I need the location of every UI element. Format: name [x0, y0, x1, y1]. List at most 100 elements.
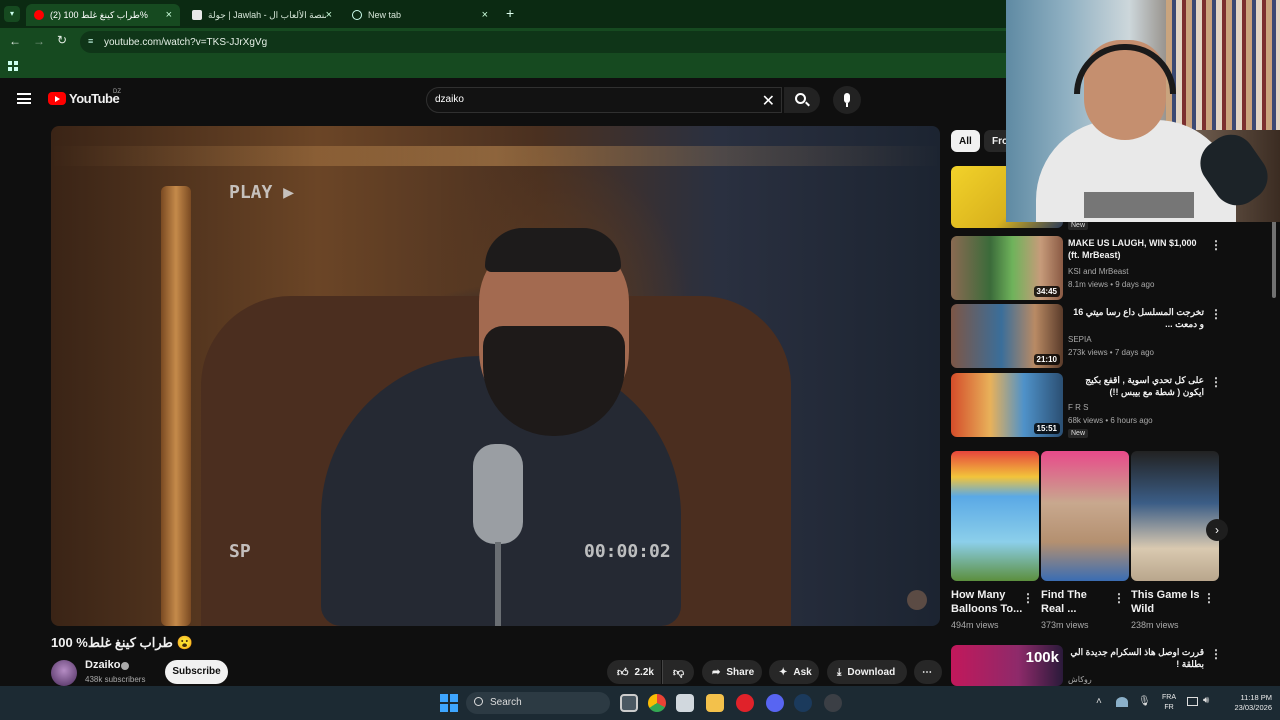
search-button[interactable]: [784, 87, 820, 113]
country-code: DZ: [113, 89, 121, 95]
ask-button[interactable]: ✦ Ask: [769, 660, 819, 684]
tab-jawlah[interactable]: جولة | Jawlah - منصة الألعاب ال... ×: [184, 4, 340, 26]
apps-grid-icon[interactable]: [8, 61, 18, 71]
shorts-next-button[interactable]: ›: [1206, 519, 1228, 541]
language-indicator[interactable]: FRA FR: [1160, 693, 1178, 713]
close-icon[interactable]: ×: [166, 9, 172, 21]
discord-icon[interactable]: [766, 694, 784, 712]
clock-time: 11:18 PM: [1240, 693, 1272, 702]
opera-icon[interactable]: [736, 694, 754, 712]
tab-new-tab[interactable]: New tab ×: [344, 4, 496, 26]
short-thumb-1[interactable]: [1041, 451, 1129, 581]
rec-channel[interactable]: KSI and MrBeast: [1068, 267, 1128, 276]
download-icon: ⤓: [837, 666, 842, 678]
like-count: 2.2k: [634, 666, 654, 678]
short-title[interactable]: Find The Real ...: [1041, 588, 1113, 616]
display-tray-icon[interactable]: [1187, 697, 1198, 706]
speaker-tray-icon[interactable]: 🔊︎: [1203, 695, 1209, 706]
video-overlay-timecode: 00:00:02: [584, 541, 671, 562]
subscribe-button[interactable]: Subscribe: [165, 660, 228, 684]
more-horizontal-icon: ⋯: [922, 666, 932, 678]
more-vertical-icon[interactable]: ⋮: [1210, 375, 1222, 389]
short-thumb-0[interactable]: [951, 451, 1039, 581]
chrome-icon[interactable]: [648, 694, 666, 712]
taskbar-search-box[interactable]: Search: [466, 692, 610, 714]
task-view-icon[interactable]: [620, 694, 638, 712]
rec-title[interactable]: قررت اوصل هاذ السكرام جديدة الي بطلقة !: [1068, 646, 1204, 670]
rec-thumb-3[interactable]: 15:51: [951, 373, 1063, 437]
rec-title[interactable]: على كل تحدي اسوية , اقفع بكيج ايكون ( شط…: [1068, 374, 1204, 398]
forward-arrow-icon[interactable]: →: [33, 34, 45, 48]
search-input[interactable]: dzaiko ✕: [426, 87, 782, 113]
video-overlay-play: PLAY ▶: [229, 182, 295, 203]
rec-channel[interactable]: F R S: [1068, 403, 1088, 412]
url-text: youtube.com/watch?v=TKS-JJrXgVg: [104, 36, 268, 48]
short-views: 238m views: [1131, 620, 1179, 630]
close-icon[interactable]: ×: [482, 9, 488, 21]
share-button[interactable]: ➦ Share: [702, 660, 762, 684]
short-thumb-2[interactable]: [1131, 451, 1219, 581]
new-badge: New: [1068, 221, 1089, 230]
rec-title[interactable]: تخرجت المسلسل داع رسا ميتي 16 و دمعت ...: [1068, 306, 1204, 330]
rec-thumb-2[interactable]: 21:10: [951, 304, 1063, 368]
microphone-tray-icon[interactable]: 🎙︎: [1138, 696, 1151, 707]
like-button[interactable]: 👍︎ 2.2k: [607, 660, 661, 684]
steam-icon[interactable]: [794, 694, 812, 712]
rec-thumb-4[interactable]: 100k: [951, 645, 1063, 686]
tab-label: (2) طراب كينغ غلط 100%: [50, 9, 148, 20]
video-frame-lamp: [161, 186, 191, 626]
short-views: 373m views: [1041, 620, 1089, 630]
download-button[interactable]: ⤓ Download: [827, 660, 907, 684]
tab-search-button[interactable]: ▾: [4, 6, 20, 22]
rec-channel[interactable]: روكاش: [1068, 675, 1092, 684]
back-arrow-icon[interactable]: ←: [9, 34, 21, 48]
share-icon: ➦: [712, 666, 721, 678]
more-vertical-icon[interactable]: ⋮: [1210, 647, 1222, 661]
new-tab-plus-icon[interactable]: +: [506, 5, 514, 21]
site-info-icon[interactable]: ≡: [88, 36, 93, 46]
file-explorer-icon[interactable]: [706, 694, 724, 712]
more-actions-button[interactable]: ⋯: [914, 660, 942, 684]
rec-title[interactable]: MAKE US LAUGH, WIN $1,000 (ft. MrBeast): [1068, 237, 1208, 261]
page-scrollbar[interactable]: [1272, 220, 1276, 298]
more-vertical-icon[interactable]: ⋮: [1113, 591, 1125, 605]
video-player[interactable]: PLAY ▶ SP 00:00:02: [51, 126, 940, 626]
windows-start-icon[interactable]: [440, 694, 458, 712]
clock-date: 23/03/2026: [1234, 703, 1272, 712]
youtube-play-icon: [48, 92, 66, 105]
channel-watermark-icon[interactable]: [907, 590, 927, 610]
snipping-tool-icon[interactable]: [676, 694, 694, 712]
jawlah-favicon-icon: [192, 10, 202, 20]
more-vertical-icon[interactable]: ⋮: [1210, 307, 1222, 321]
reload-icon[interactable]: ↻: [57, 33, 67, 47]
short-title[interactable]: This Game Is Wild: [1131, 588, 1203, 616]
rec-meta: 8.1m views • 9 days ago: [1068, 280, 1155, 289]
channel-avatar[interactable]: [51, 660, 77, 686]
tab-youtube[interactable]: (2) طراب كينغ غلط 100% ×: [26, 4, 180, 26]
short-views: 494m views: [951, 620, 999, 630]
steam-alt-icon[interactable]: [824, 694, 842, 712]
youtube-favicon-icon: [34, 10, 44, 20]
more-vertical-icon[interactable]: ⋮: [1203, 591, 1215, 605]
hamburger-menu-icon[interactable]: [17, 93, 31, 104]
channel-name[interactable]: Dzaiko: [85, 659, 120, 671]
rec-channel[interactable]: SEPIA: [1068, 335, 1092, 344]
more-vertical-icon[interactable]: ⋮: [1210, 238, 1222, 252]
dislike-button[interactable]: 👎︎: [662, 660, 694, 684]
video-frame-hair: [485, 228, 621, 272]
more-vertical-icon[interactable]: ⋮: [1022, 591, 1034, 605]
network-tray-icon[interactable]: [1116, 697, 1128, 707]
clear-search-icon[interactable]: ✕: [762, 91, 775, 111]
youtube-logo[interactable]: YouTube: [48, 91, 120, 106]
rec-thumb-1[interactable]: 34:45: [951, 236, 1063, 300]
logo-text: YouTube: [69, 91, 120, 106]
search-value: dzaiko: [435, 94, 464, 105]
tray-chevron-icon[interactable]: ˄: [1096, 696, 1102, 707]
chip-all[interactable]: All: [951, 130, 980, 152]
clock[interactable]: 11:18 PM 23/03/2026: [1222, 693, 1272, 713]
close-icon[interactable]: ×: [326, 9, 332, 21]
video-duration: 34:45: [1033, 286, 1060, 297]
voice-search-button[interactable]: [833, 86, 861, 114]
short-title[interactable]: How Many Balloons To...: [951, 588, 1023, 616]
address-bar[interactable]: ≡ youtube.com/watch?v=TKS-JJrXgVg: [80, 31, 1020, 53]
